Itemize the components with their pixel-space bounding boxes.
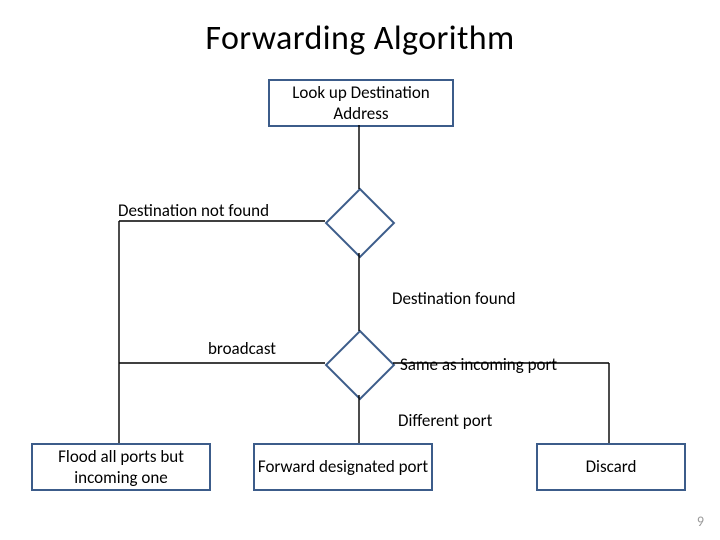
page-number: 9 [697, 513, 704, 530]
connectors [0, 0, 720, 540]
slide: { "title": "Forwarding Algorithm", "boxe… [0, 0, 720, 540]
